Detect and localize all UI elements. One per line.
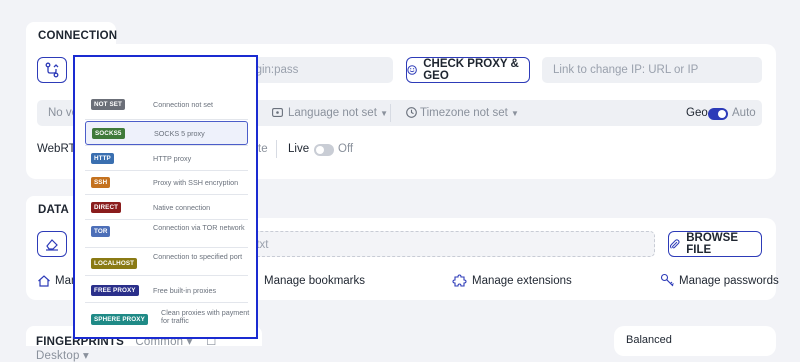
geo-toggle[interactable]	[708, 108, 728, 120]
timezone-select[interactable]: Timezone not set ▼	[420, 107, 519, 119]
check-proxy-geo-label: CHECK PROXY & GEO	[423, 58, 519, 82]
proxy-badge: HTTP	[91, 153, 114, 164]
connection-section-tab: CONNECTION	[26, 22, 118, 46]
change-ip-placeholder: Link to change IP: URL or IP	[553, 64, 699, 76]
divider	[276, 140, 277, 158]
proxy-option-http[interactable]: HTTP HTTP proxy	[85, 146, 248, 170]
proxy-option-desc: Connection not set	[153, 100, 213, 109]
proxy-badge: LOCALHOST	[91, 258, 138, 269]
change-ip-input[interactable]: Link to change IP: URL or IP	[542, 57, 762, 83]
proxy-badge: TOR	[91, 226, 111, 237]
live-label: Live	[288, 143, 310, 155]
proxy-badge: FREE PROXY	[91, 285, 139, 296]
divider	[85, 275, 248, 276]
divider	[85, 219, 248, 220]
route-icon	[45, 62, 59, 78]
clock-icon	[406, 107, 417, 118]
manage-extensions-label: Manage extensions	[472, 275, 572, 287]
clear-data-button[interactable]	[37, 231, 67, 257]
proxy-badge: SSH	[91, 177, 111, 188]
timezone-value: Timezone not set	[420, 107, 508, 119]
check-proxy-geo-button[interactable]: CHECK PROXY & GEO	[406, 57, 530, 83]
puzzle-icon	[452, 274, 467, 287]
divider	[390, 104, 391, 122]
proxy-option-desc: SOCKS 5 proxy	[154, 129, 205, 138]
proxy-option-localhost[interactable]: LOCALHOST Connection to specified port	[85, 250, 248, 274]
proxy-badge: SOCKS5	[92, 128, 125, 139]
key-icon	[660, 273, 674, 287]
proxy-option-ssh[interactable]: SSH Proxy with SSH encryption	[85, 170, 248, 194]
proxy-badge: SPHERE PROXY	[91, 314, 148, 325]
proxy-option-sphere[interactable]: SPHERE PROXY Clean proxies with payment …	[85, 306, 249, 330]
proxy-option-direct[interactable]: DIRECT Native connection	[85, 195, 248, 219]
connection-title: CONNECTION	[38, 30, 118, 42]
proxy-option-free[interactable]: FREE PROXY Free built-in proxies	[85, 278, 248, 302]
divider	[85, 119, 248, 120]
proxy-option-desc: Clean proxies with payment for traffic	[161, 308, 250, 325]
data-title: DATA	[38, 204, 70, 216]
balanced-label: Balanced	[626, 334, 672, 346]
proxy-option-desc: Free built-in proxies	[153, 286, 217, 295]
geo-value: Auto	[732, 107, 756, 119]
paperclip-icon	[669, 239, 680, 249]
balanced-card: Balanced	[614, 326, 776, 356]
proxy-option-desc: Connection to specified port	[153, 252, 243, 261]
geo-label: Geo	[686, 107, 708, 119]
manage-passwords-label: Manage passwords	[679, 275, 779, 287]
webrtc-mode[interactable]: te	[258, 143, 268, 155]
language-value: Language not set	[288, 107, 377, 119]
connection-settings-button[interactable]	[37, 57, 67, 83]
smile-check-icon	[407, 65, 417, 75]
manage-bookmarks-label: Manage bookmarks	[264, 275, 365, 287]
proxy-option-desc: HTTP proxy	[153, 154, 192, 163]
proxy-option-tor[interactable]: TOR Connection via TOR network	[85, 221, 248, 245]
home-icon	[38, 275, 50, 287]
proxy-option-notset[interactable]: NOT SET Connection not set	[85, 93, 248, 117]
divider	[85, 247, 248, 248]
eraser-icon	[46, 239, 58, 251]
live-toggle[interactable]	[314, 144, 334, 156]
proxy-option-desc: Native connection	[153, 203, 211, 212]
browse-file-label: BROWSE FILE	[686, 232, 738, 256]
proxy-type-dropdown: NOT SET Connection not set SOCKS5 SOCKS …	[73, 55, 258, 339]
language-icon	[272, 108, 283, 117]
browse-file-button[interactable]: BROWSE FILE	[668, 231, 762, 257]
language-select[interactable]: Language not set ▼	[288, 107, 388, 119]
proxy-option-socks5[interactable]: SOCKS5 SOCKS 5 proxy	[85, 121, 248, 145]
proxy-option-desc: Proxy with SSH encryption	[153, 178, 239, 187]
divider	[85, 302, 248, 303]
live-value: Off	[338, 143, 354, 155]
proxy-badge: NOT SET	[91, 99, 125, 110]
proxy-badge: DIRECT	[91, 202, 122, 213]
proxy-option-desc: Connection via TOR network	[153, 223, 245, 232]
